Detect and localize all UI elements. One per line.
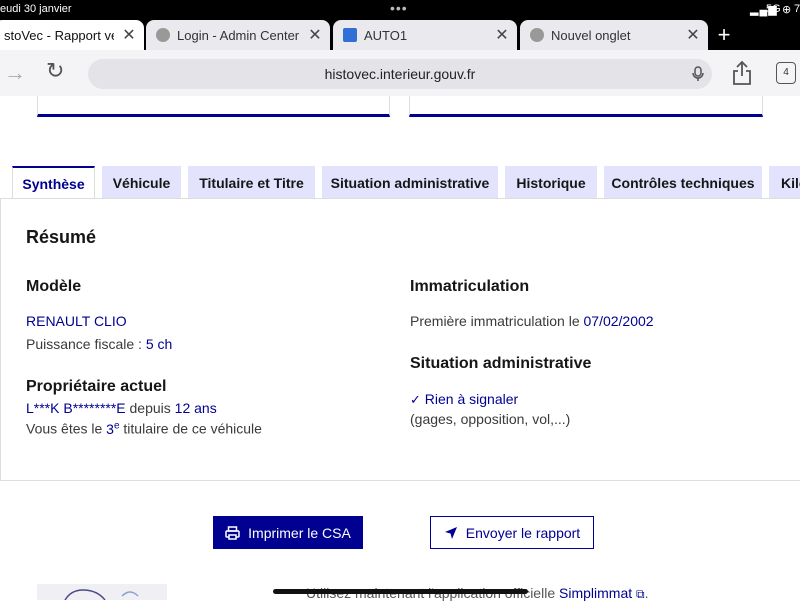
- forward-arrow-icon[interactable]: →: [4, 60, 26, 86]
- close-tab-icon[interactable]: ✕: [487, 25, 517, 45]
- browser-tab-new[interactable]: Nouvel onglet ✕: [520, 20, 708, 50]
- tab-situation-administrative[interactable]: Situation administrative: [322, 166, 498, 199]
- tab-synthese[interactable]: Synthèse: [12, 166, 95, 199]
- model-name: RENAULT CLIO: [26, 313, 127, 329]
- printer-icon: [225, 525, 240, 540]
- first-registration-label: Première immatriculation le: [410, 313, 580, 329]
- browser-tab-histovec[interactable]: stoVec - Rapport vendeur ✕: [0, 20, 144, 50]
- owner-rank: 3e: [106, 420, 120, 437]
- share-icon[interactable]: [732, 60, 752, 86]
- fiscal-power-label: Puissance fiscale :: [26, 336, 142, 352]
- home-indicator: [273, 589, 528, 594]
- browser-tab-bar: eudi 30 janvier ••• ▂▄▆ 5G ⊕ 7 stoVec - …: [0, 0, 800, 52]
- model-heading: Modèle: [26, 278, 82, 295]
- browser-tab-login[interactable]: Login - Admin Center ✕: [146, 20, 330, 50]
- send-report-button[interactable]: Envoyer le rapport: [430, 516, 594, 549]
- registration-heading: Immatriculation: [410, 278, 530, 295]
- info-card-right: [409, 96, 763, 117]
- network-type: 5G: [766, 3, 781, 15]
- tab-historique[interactable]: Historique: [505, 166, 597, 199]
- owner-duration: 12 ans: [174, 400, 217, 416]
- microphone-icon[interactable]: [692, 66, 704, 82]
- new-tab-plus-icon[interactable]: +: [712, 22, 736, 48]
- tab-title: AUTO1: [364, 27, 408, 43]
- tab-title: Login - Admin Center: [177, 27, 300, 43]
- url-bar[interactable]: histovec.interieur.gouv.fr: [88, 59, 712, 89]
- simplimmat-link[interactable]: Simplimmat: [559, 585, 632, 601]
- rotation-lock-icon: ⊕: [782, 4, 792, 16]
- owner-rank-line: Vous êtes le 3e titulaire de ce véhicule: [26, 420, 262, 437]
- owner-rank-sup: e: [113, 420, 120, 431]
- owner-line: L***K B********E depuis 12 ans: [26, 400, 217, 416]
- owner-name: L***K B********E: [26, 400, 126, 416]
- owner-heading: Propriétaire actuel: [26, 378, 167, 395]
- summary-title: Résumé: [26, 227, 97, 247]
- close-tab-icon[interactable]: ✕: [114, 25, 144, 45]
- fiscal-power: Puissance fiscale : 5 ch: [26, 336, 172, 352]
- send-report-label: Envoyer le rapport: [465, 524, 581, 541]
- first-registration-date: 07/02/2002: [583, 313, 654, 329]
- browser-tab-auto1[interactable]: AUTO1 ✕: [333, 20, 517, 50]
- tab-titulaire-titre[interactable]: Titulaire et Titre: [188, 166, 315, 199]
- tab-count-button[interactable]: 4: [776, 62, 796, 84]
- tab-kilometrage[interactable]: Kilo: [769, 166, 800, 199]
- url-text: histovec.interieur.gouv.fr: [324, 66, 476, 82]
- admin-status: ✓ Rien à signaler: [410, 391, 518, 408]
- send-arrow-icon: [444, 526, 457, 539]
- reload-icon[interactable]: ↻: [46, 58, 64, 84]
- car-illustration-icon: [37, 584, 167, 600]
- tab-controles-techniques[interactable]: Contrôles techniques: [604, 166, 762, 199]
- status-date: eudi 30 janvier: [0, 3, 72, 15]
- admin-status-text: Rien à signaler: [424, 391, 519, 407]
- multitask-dots-icon[interactable]: •••: [390, 0, 408, 16]
- fiscal-power-value: 5 ch: [145, 336, 173, 352]
- auto1-favicon-icon: [343, 28, 357, 42]
- info-card-left: [37, 96, 390, 117]
- owner-rank-prefix: Vous êtes le: [26, 420, 103, 437]
- external-link-icon: ⧉: [636, 587, 645, 601]
- print-csa-button[interactable]: Imprimer le CSA: [213, 516, 363, 549]
- battery-level: 7: [794, 3, 800, 15]
- tab-title: Nouvel onglet: [551, 27, 631, 43]
- tab-title: stoVec - Rapport vendeur: [4, 27, 114, 43]
- globe-icon: [156, 28, 170, 42]
- close-tab-icon[interactable]: ✕: [678, 25, 708, 45]
- close-tab-icon[interactable]: ✕: [300, 25, 330, 45]
- print-csa-label: Imprimer le CSA: [248, 524, 351, 541]
- first-registration: Première immatriculation le 07/02/2002: [410, 313, 654, 329]
- check-icon: ✓: [410, 392, 421, 407]
- tab-vehicule[interactable]: Véhicule: [102, 166, 181, 199]
- admin-status-heading: Situation administrative: [410, 355, 592, 372]
- admin-status-detail: (gages, opposition, vol,...): [410, 411, 571, 427]
- globe-icon: [530, 28, 544, 42]
- owner-rank-suffix: titulaire de ce véhicule: [123, 420, 262, 437]
- owner-since-word: depuis: [129, 400, 171, 416]
- owner-rank-number: 3: [106, 420, 114, 437]
